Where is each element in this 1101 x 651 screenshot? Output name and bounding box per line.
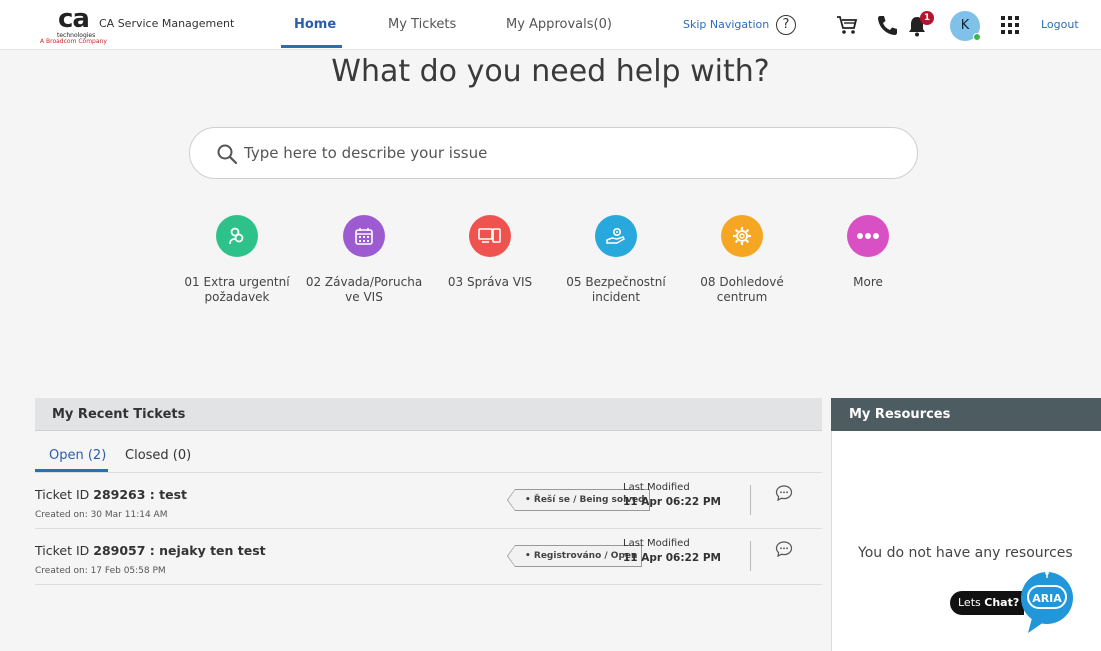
page-title: What do you need help with? xyxy=(331,54,770,89)
ticket-row[interactable]: Ticket ID 289057 : nejaky ten test Creat… xyxy=(35,529,822,585)
my-resources-title: My Resources xyxy=(849,407,951,422)
last-modified-label: Last Modified xyxy=(623,482,690,493)
last-modified-date: 11 Apr 06:22 PM xyxy=(623,496,721,508)
active-tab-indicator xyxy=(281,45,342,48)
category-more[interactable]: More xyxy=(808,215,928,290)
category-label: 02 Závada/Porucha ve VIS xyxy=(305,275,423,304)
help-icon[interactable]: ? xyxy=(776,15,796,35)
chat-prefix: Lets xyxy=(958,596,981,609)
ticket-id-value: 289057 : nejaky ten test xyxy=(93,543,266,558)
ticket-id-prefix: Ticket ID xyxy=(35,543,90,558)
gear-icon xyxy=(721,215,763,257)
ticket-created: Created on: 30 Mar 11:14 AM xyxy=(35,510,168,520)
tab-home[interactable]: Home xyxy=(294,17,336,32)
phone-icon[interactable] xyxy=(876,14,898,36)
category-label: 08 Dohledové centrum xyxy=(700,275,784,304)
aria-label: ARIA xyxy=(1032,592,1062,605)
tab-my-approvals[interactable]: My Approvals(0) xyxy=(506,17,612,32)
ticket-id-prefix: Ticket ID xyxy=(35,487,90,502)
tab-open-tickets[interactable]: Open (2) xyxy=(49,448,106,463)
apps-grid-icon[interactable] xyxy=(1001,16,1019,34)
last-modified-label: Last Modified xyxy=(623,538,690,549)
category-extra-urgentni[interactable]: 01 Extra urgentní požadavek xyxy=(177,215,297,305)
resources-empty-message: You do not have any resources xyxy=(858,545,1073,561)
category-bezpecnostni-incident[interactable]: 05 Bezpečnostní incident xyxy=(556,215,676,305)
search-icon xyxy=(217,144,238,165)
category-label: 03 Správa VIS xyxy=(447,275,533,289)
people-icon xyxy=(216,215,258,257)
devices-icon xyxy=(469,215,511,257)
category-zavada-porucha[interactable]: 02 Závada/Porucha ve VIS xyxy=(304,215,424,305)
ticket-id-value: 289263 : test xyxy=(93,487,188,502)
ticket-row[interactable]: Ticket ID 289263 : test Created on: 30 M… xyxy=(35,473,822,529)
notification-badge: 1 xyxy=(920,11,934,25)
chat-bold: Chat? xyxy=(984,596,1020,609)
last-modified-date: 11 Apr 06:22 PM xyxy=(623,552,721,564)
online-status-dot xyxy=(973,33,981,41)
recent-tickets-title: My Recent Tickets xyxy=(52,407,186,422)
lets-chat-button[interactable]: Lets Chat? xyxy=(950,591,1024,615)
recent-tickets-header: My Recent Tickets xyxy=(35,398,822,431)
ca-logo[interactable]: ca technologies A Broadcom Company xyxy=(38,4,108,46)
ticket-created: Created on: 17 Feb 05:58 PM xyxy=(35,566,166,576)
tab-my-tickets[interactable]: My Tickets xyxy=(388,17,456,32)
category-label: 05 Bezpečnostní incident xyxy=(566,275,666,304)
aria-chatbot-icon[interactable]: ARIA xyxy=(1018,570,1076,634)
category-label: 01 Extra urgentní požadavek xyxy=(184,275,290,304)
search-input[interactable] xyxy=(244,141,884,165)
top-navigation-bar: ca technologies A Broadcom Company CA Se… xyxy=(0,0,1101,50)
skip-navigation-link[interactable]: Skip Navigation xyxy=(683,18,769,31)
category-label: More xyxy=(853,275,883,289)
calendar-icon xyxy=(343,215,385,257)
hand-gear-icon xyxy=(595,215,637,257)
category-sprava-vis[interactable]: 03 Správa VIS xyxy=(430,215,550,290)
ticket-id[interactable]: Ticket ID 289263 : test xyxy=(35,487,187,502)
comment-icon[interactable] xyxy=(775,540,793,558)
ticket-id[interactable]: Ticket ID 289057 : nejaky ten test xyxy=(35,543,266,558)
search-bar[interactable] xyxy=(189,127,918,179)
my-resources-header: My Resources xyxy=(831,398,1101,431)
tab-closed-tickets[interactable]: Closed (0) xyxy=(125,448,191,463)
more-dots-icon xyxy=(847,215,889,257)
logout-link[interactable]: Logout xyxy=(1041,18,1079,31)
divider xyxy=(750,541,751,571)
logo-tagline: A Broadcom Company xyxy=(40,38,107,45)
comment-icon[interactable] xyxy=(775,484,793,502)
divider xyxy=(750,485,751,515)
cart-icon[interactable] xyxy=(836,14,858,36)
logo-mark: ca xyxy=(58,4,90,34)
category-dohledove-centrum[interactable]: 08 Dohledové centrum xyxy=(682,215,802,305)
app-name: CA Service Management xyxy=(99,17,235,30)
